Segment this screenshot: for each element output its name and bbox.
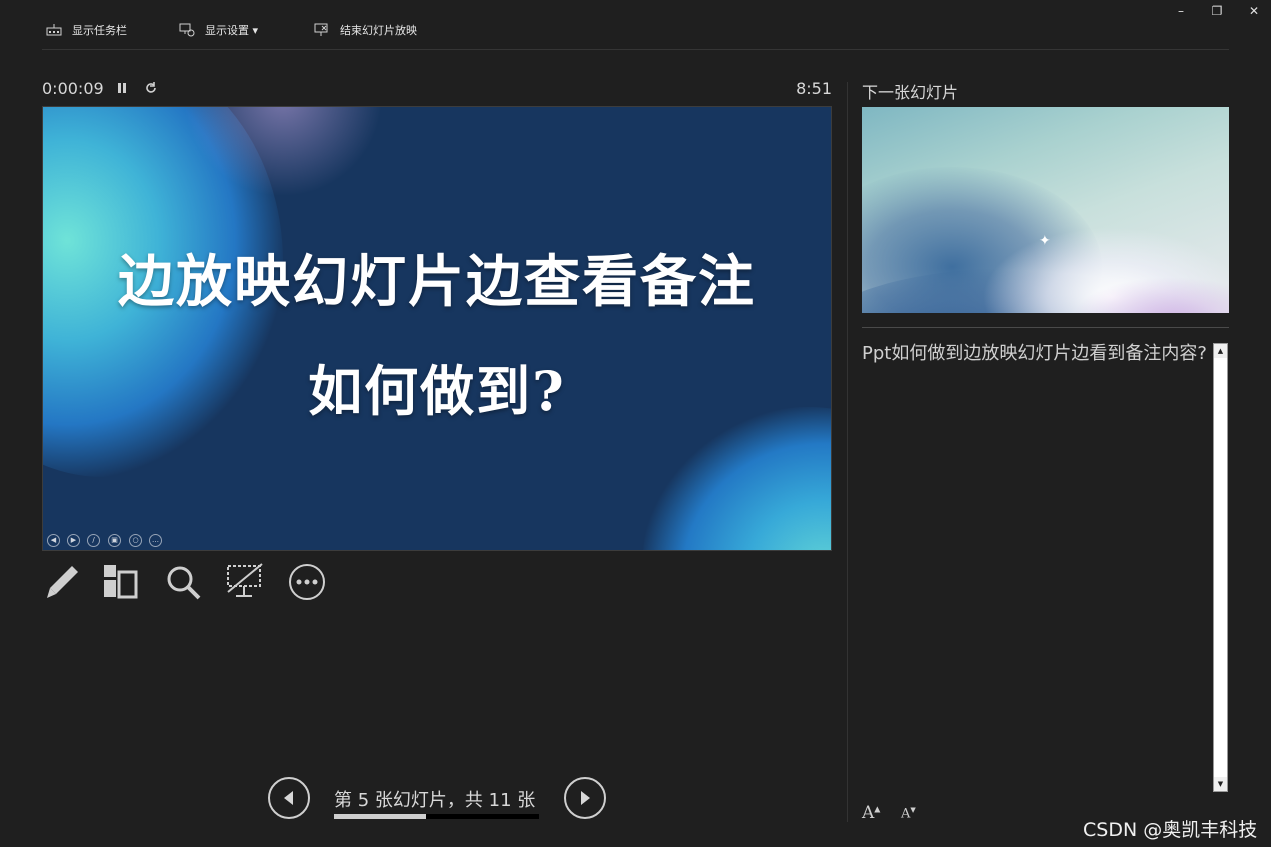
watermark: CSDN @奥凯丰科技 [1083,819,1258,841]
pen-tool-button[interactable] [42,562,82,602]
display-settings-icon [179,23,195,37]
slide-progress-bar [334,814,539,819]
pause-icon [118,83,126,93]
mini-pen-icon[interactable]: / [87,534,100,547]
notes-scrollbar[interactable]: ▲ ▼ [1213,343,1228,792]
screen-off-icon [227,563,263,597]
close-window-button[interactable]: ✕ [1243,4,1265,18]
see-all-slides-button[interactable] [101,562,141,602]
more-options-button[interactable] [287,562,327,602]
restart-icon [146,82,156,93]
minimize-button[interactable]: – [1170,4,1192,18]
reset-timer-button[interactable] [144,80,158,99]
slide-decoration [643,407,831,550]
minimize-icon: – [1178,4,1184,18]
decrease-font-button[interactable]: A▼ [901,806,916,821]
end-slideshow-button[interactable]: 结束幻灯片放映 [314,20,417,40]
pause-timer-button[interactable] [116,80,128,99]
black-screen-button[interactable] [224,562,264,602]
chevron-left-icon [284,791,293,805]
pen-icon [47,566,78,598]
restore-icon: ❐ [1211,4,1223,18]
font-increase-icon: A [862,803,875,823]
next-slide-button[interactable] [564,777,606,819]
toolbar-divider [42,49,1229,50]
slides-grid-icon [104,565,138,599]
notes-divider [862,327,1229,328]
close-icon: ✕ [1248,4,1260,18]
end-slideshow-icon [314,23,328,36]
mini-more-icon[interactable]: … [149,534,162,547]
pane-divider [847,82,848,822]
mini-slides-icon[interactable]: ▣ [108,534,121,547]
display-settings-button[interactable]: 显示设置 ▾ [179,20,258,40]
mini-prev-icon[interactable]: ◀ [47,534,60,547]
more-icon [289,564,325,600]
slide-title-line-2: 如何做到? [308,359,566,423]
display-settings-label: 显示设置 ▾ [205,24,259,37]
show-taskbar-button[interactable]: 显示任务栏 [46,20,127,40]
current-clock: 8:51 [796,79,832,98]
end-slideshow-label: 结束幻灯片放映 [340,24,417,37]
mini-next-icon[interactable]: ▶ [67,534,80,547]
scroll-down-icon[interactable]: ▼ [1214,777,1227,791]
current-slide[interactable]: 边放映幻灯片边查看备注 如何做到? ◀ ▶ / ▣ ○ … [42,106,832,551]
mini-zoom-icon[interactable]: ○ [129,534,142,547]
magnifier-icon [167,566,201,600]
elapsed-timer: 0:00:09 [42,79,104,98]
previous-slide-button[interactable] [268,777,310,819]
next-slide-label: 下一张幻灯片 [862,83,959,102]
zoom-slide-button[interactable] [163,562,203,602]
chevron-right-icon [581,791,590,805]
slide-counter: 第 5 张幻灯片，共 11 张 [334,790,536,811]
speaker-notes[interactable]: Ppt如何做到边放映幻灯片边看到备注内容? [862,342,1207,366]
next-slide-preview[interactable]: ✦ [862,107,1229,313]
increase-font-button[interactable]: A▲ [862,803,880,823]
scroll-up-icon[interactable]: ▲ [1214,344,1227,358]
font-decrease-icon: A [901,806,911,822]
show-taskbar-label: 显示任务栏 [72,24,127,37]
slide-title-line-1: 边放映幻灯片边查看备注 [118,249,756,315]
slide-progress-fill [334,814,427,819]
sparkle-icon: ✦ [1039,233,1051,249]
restore-button[interactable]: ❐ [1206,4,1228,18]
taskbar-icon [46,24,62,36]
